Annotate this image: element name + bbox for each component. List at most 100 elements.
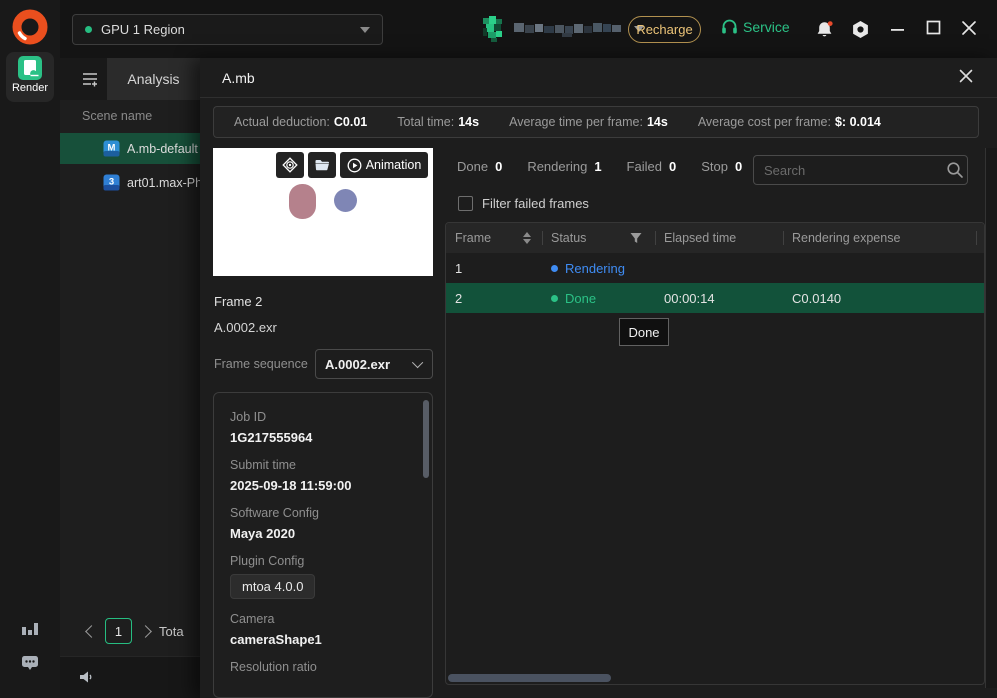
stat-deduction: Actual deduction: C0.01 xyxy=(234,115,368,129)
animation-button[interactable]: Animation xyxy=(340,152,428,178)
user-name-censored xyxy=(514,23,621,37)
job-detail-panel: A.mb Actual deduction: C0.01 Total time: 1… xyxy=(200,58,997,698)
search-icon[interactable] xyxy=(946,161,964,179)
table-header: Frame Status Elapsed time Rendering expe… xyxy=(446,223,984,253)
app-window: Render GPU 1 Region Recharge Service Ana… xyxy=(0,0,997,698)
detail-software: Software Config Maya 2020 xyxy=(230,506,319,541)
notification-bell-icon[interactable] xyxy=(815,20,834,39)
frame-sequence-label: Frame sequence xyxy=(214,357,308,371)
render-icon xyxy=(17,55,43,81)
tab-failed[interactable]: Failed 0 xyxy=(627,159,677,174)
sidebar-footer xyxy=(60,656,200,698)
frame-search xyxy=(753,155,968,185)
recharge-button[interactable]: Recharge xyxy=(628,16,701,43)
frame-status-tabs: Done 0 Rendering 1 Failed 0 Stop 0 xyxy=(457,159,742,174)
service-button[interactable]: Service xyxy=(721,18,790,35)
scene-item-label: A.mb-default xyxy=(127,141,198,156)
chevron-down-icon xyxy=(360,26,370,33)
play-circle-icon xyxy=(347,158,362,172)
sidebar-tab-strip: Analysis xyxy=(60,58,200,100)
scene-filter-icon[interactable] xyxy=(80,69,100,89)
open-folder-button[interactable] xyxy=(308,152,336,178)
region-selector-value: GPU 1 Region xyxy=(101,22,185,37)
tab-done[interactable]: Done 0 xyxy=(457,159,502,174)
topbar: GPU 1 Region Recharge Service xyxy=(60,0,997,58)
table-row[interactable]: 2 Done 00:00:14 C0.0140 xyxy=(446,283,984,313)
scene-item-maya[interactable]: M A.mb-default xyxy=(60,133,200,164)
render-label: Render xyxy=(11,82,49,94)
locate-icon xyxy=(282,157,298,173)
max-file-icon: 3 xyxy=(103,174,120,191)
tab-analysis[interactable]: Analysis xyxy=(107,58,200,100)
frame-number-label: Frame 2 xyxy=(214,294,263,309)
page-total-label: Tota xyxy=(159,623,184,639)
user-account[interactable] xyxy=(483,15,644,43)
preview-shape-cylinder xyxy=(289,184,316,219)
maya-file-icon: M xyxy=(103,140,120,157)
sort-icon[interactable] xyxy=(523,232,531,244)
next-page-icon[interactable] xyxy=(139,624,152,638)
column-elapsed: Elapsed time xyxy=(655,223,783,253)
frame-file-name: A.0002.exr xyxy=(214,320,277,335)
tab-rendering[interactable]: Rendering 1 xyxy=(527,159,601,174)
done-dot xyxy=(551,294,558,302)
region-status-dot xyxy=(85,26,92,33)
column-frame: Frame xyxy=(446,223,542,253)
detail-job-id: Job ID 1G217555964 xyxy=(230,410,313,445)
folder-icon xyxy=(315,160,329,171)
table-row[interactable]: 1 Rendering xyxy=(446,253,984,283)
announcement-speaker-icon[interactable] xyxy=(77,667,97,687)
detail-camera: Camera cameraShape1 xyxy=(230,612,322,647)
headset-icon xyxy=(722,19,737,34)
column-extra xyxy=(976,223,985,253)
app-logo-icon[interactable] xyxy=(11,8,49,46)
usage-chart-icon[interactable] xyxy=(20,618,40,638)
search-input[interactable] xyxy=(754,162,946,178)
horizontal-scrollbar[interactable] xyxy=(448,674,611,682)
rendering-dot xyxy=(551,264,558,272)
status-done: Done xyxy=(542,283,655,313)
frame-sequence-value: A.0002.exr xyxy=(325,356,391,372)
frame-preview[interactable]: Animation xyxy=(213,148,433,276)
preview-shape-sphere xyxy=(334,189,357,212)
column-expense: Rendering expense xyxy=(783,223,976,253)
scene-item-max[interactable]: 3 art01.max-Ph xyxy=(60,167,203,198)
status-tooltip: Done xyxy=(619,318,669,346)
detail-submit-time: Submit time 2025-09-18 11:59:00 xyxy=(230,458,352,493)
details-scrollbar[interactable] xyxy=(423,400,429,478)
locate-frame-button[interactable] xyxy=(276,152,304,178)
page-number[interactable]: 1 xyxy=(105,618,132,644)
prev-page-icon[interactable] xyxy=(85,624,98,638)
settings-gear-icon[interactable] xyxy=(851,20,870,39)
app-rail: Render xyxy=(0,0,60,698)
panel-header: A.mb xyxy=(200,58,997,98)
frame-sequence-select[interactable]: A.0002.exr xyxy=(315,349,433,379)
scene-list-header: Scene name xyxy=(82,109,153,123)
svg-text:3: 3 xyxy=(109,177,114,188)
feedback-icon[interactable] xyxy=(20,652,40,672)
filter-failed-frames[interactable]: Filter failed frames xyxy=(458,196,589,211)
animation-button-label: Animation xyxy=(365,158,422,172)
job-stats-bar: Actual deduction: C0.01 Total time: 14s Av… xyxy=(213,106,979,138)
chevron-down-icon xyxy=(411,356,424,369)
vertical-scrollbar-gutter[interactable] xyxy=(985,148,997,688)
scene-sidebar: Analysis Scene name M A.mb-default 3 art… xyxy=(60,58,203,698)
region-selector[interactable]: GPU 1 Region xyxy=(72,14,383,45)
nav-render[interactable]: Render xyxy=(6,52,54,102)
column-status: Status xyxy=(542,223,655,253)
service-label: Service xyxy=(743,18,790,35)
filter-funnel-icon[interactable] xyxy=(630,232,642,244)
tab-stop[interactable]: Stop 0 xyxy=(701,159,742,174)
job-details-card: Job ID 1G217555964 Submit time 2025-09-1… xyxy=(213,392,433,698)
minimize-button[interactable] xyxy=(891,23,910,42)
stat-total-time: Total time: 14s xyxy=(397,115,480,129)
maximize-button[interactable] xyxy=(926,20,945,39)
detail-resolution: Resolution ratio xyxy=(230,660,317,674)
stat-avg-time: Average time per frame: 14s xyxy=(509,115,668,129)
filter-checkbox[interactable] xyxy=(458,196,473,211)
close-panel-icon[interactable] xyxy=(958,68,978,88)
close-window-button[interactable] xyxy=(961,20,980,39)
panel-title: A.mb xyxy=(222,70,255,86)
status-rendering: Rendering xyxy=(542,253,655,283)
scene-item-label: art01.max-Ph xyxy=(127,175,203,190)
